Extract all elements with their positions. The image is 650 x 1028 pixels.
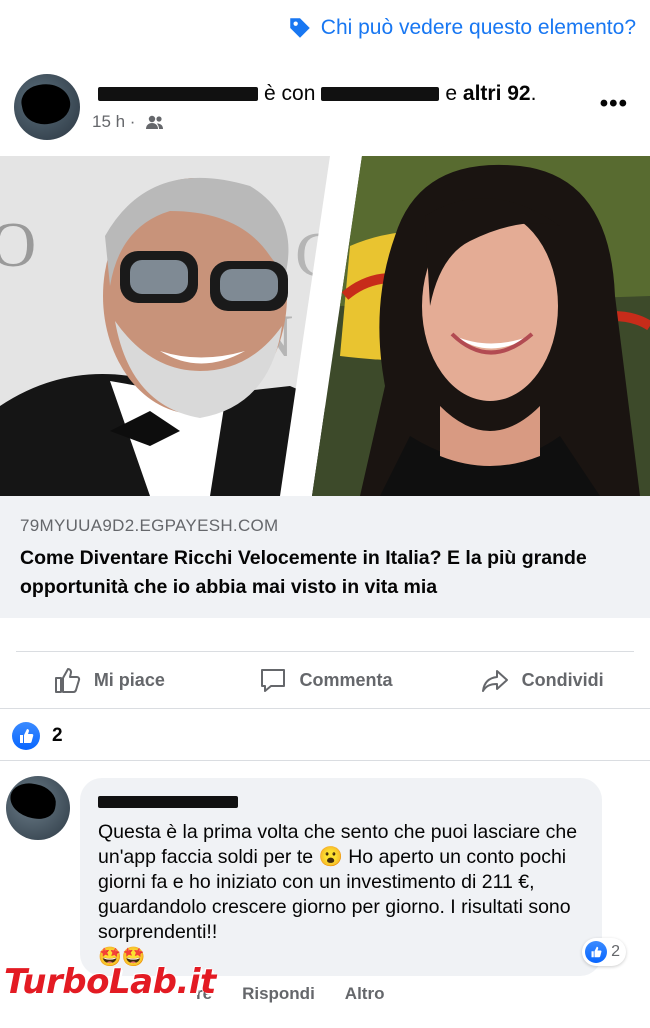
share-label: Condividi bbox=[521, 669, 604, 690]
link-domain: 79MYUUA9D2.EGPAYESH.COM bbox=[20, 516, 279, 535]
comment-actions: re Rispondi Altro bbox=[196, 984, 384, 1004]
redacted-commenter-name[interactable] bbox=[98, 796, 238, 808]
divider bbox=[0, 708, 650, 709]
more-button[interactable]: Altro bbox=[345, 984, 385, 1004]
comment-reactions[interactable]: 2 bbox=[582, 938, 626, 966]
post-actions: Mi piace Commenta Condividi bbox=[0, 652, 650, 708]
link-title: Come Diventare Ricchi Velocemente in Ita… bbox=[20, 547, 587, 598]
more-options-button[interactable]: ••• bbox=[600, 90, 628, 118]
privacy-label: Chi può vedere questo elemento? bbox=[320, 16, 636, 39]
others-link[interactable]: altri 92 bbox=[463, 82, 531, 106]
friends-icon bbox=[146, 115, 164, 129]
tag-icon bbox=[290, 18, 310, 38]
share-icon bbox=[481, 670, 508, 692]
commenter-avatar[interactable] bbox=[6, 776, 70, 840]
redacted-tagged-name[interactable] bbox=[321, 87, 440, 101]
and-word: e bbox=[445, 82, 458, 105]
comment-icon bbox=[260, 669, 285, 692]
divider bbox=[0, 760, 650, 761]
post-time[interactable]: 15 h · bbox=[92, 112, 135, 132]
reactions-summary[interactable]: 2 bbox=[12, 722, 63, 750]
comment-button[interactable]: Commenta bbox=[217, 652, 434, 708]
link-preview[interactable]: 79MYUUA9D2.EGPAYESH.COM Come Diventare R… bbox=[0, 496, 650, 618]
like-reaction-icon bbox=[12, 722, 40, 750]
svg-text:O: O bbox=[0, 209, 36, 280]
comment-body: Questa è la prima volta che sento che pu… bbox=[98, 821, 578, 943]
reply-button[interactable]: Rispondi bbox=[242, 984, 315, 1004]
watermark-logo: TurboLab.it bbox=[4, 962, 216, 1002]
period: . bbox=[530, 82, 537, 105]
like-reaction-icon bbox=[585, 941, 608, 963]
author-avatar[interactable] bbox=[14, 74, 80, 140]
like-button[interactable]: Mi piace bbox=[0, 652, 217, 708]
post-image[interactable]: O E G N Y bbox=[0, 156, 650, 496]
with-word: è con bbox=[264, 82, 316, 105]
comment-text: Questa è la prima volta che sento che pu… bbox=[98, 820, 584, 970]
post-header: è con e altri 92 . 15 h · ••• bbox=[14, 70, 636, 140]
reactions-count: 2 bbox=[52, 725, 63, 746]
thumbs-up-icon bbox=[54, 668, 80, 693]
post-meta: 15 h · bbox=[92, 112, 165, 132]
share-button[interactable]: Condividi bbox=[433, 652, 650, 708]
comment-label: Commenta bbox=[299, 669, 393, 690]
comment-reaction-count: 2 bbox=[611, 943, 620, 960]
like-label: Mi piace bbox=[93, 669, 165, 690]
privacy-link[interactable]: Chi può vedere questo elemento? bbox=[287, 10, 636, 46]
post-author-line: è con e altri 92 . bbox=[92, 82, 536, 106]
redacted-author-name[interactable] bbox=[98, 87, 258, 101]
comment-bubble: Questa è la prima volta che sento che pu… bbox=[80, 778, 626, 976]
